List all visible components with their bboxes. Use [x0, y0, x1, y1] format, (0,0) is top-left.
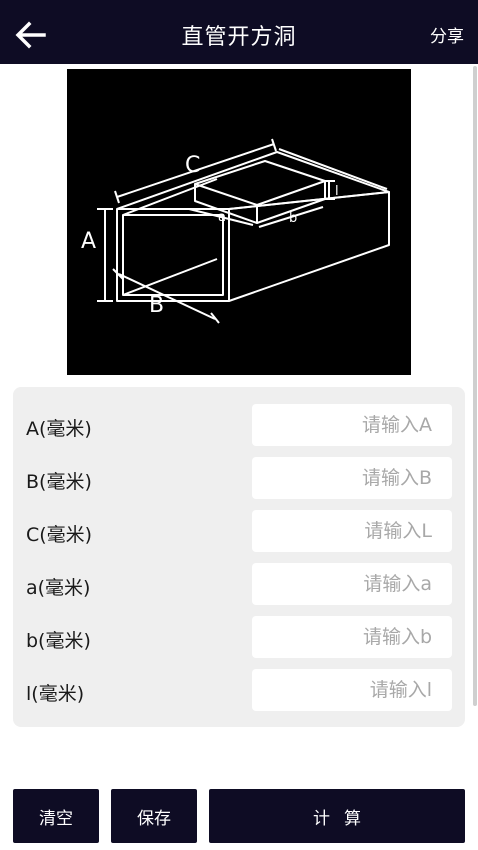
- duct-top-face: [116, 151, 390, 210]
- scrollbar[interactable]: [473, 66, 477, 706]
- input-b[interactable]: [252, 616, 452, 658]
- label-A: A: [81, 229, 96, 254]
- field-row-b: b(毫米): [13, 616, 465, 660]
- field-row-l: l(毫米): [13, 669, 465, 713]
- duct-inner-lines: [122, 178, 218, 296]
- field-row-B: B(毫米): [13, 457, 465, 501]
- opening-top: [194, 160, 326, 206]
- field-label: a(毫米): [26, 577, 91, 599]
- input-l[interactable]: [252, 669, 452, 711]
- field-row-a: a(毫米): [13, 563, 465, 607]
- calculate-button[interactable]: 计算: [209, 789, 465, 843]
- app-header: 直管开方洞 分享: [0, 6, 478, 64]
- input-A[interactable]: [252, 404, 452, 446]
- back-button[interactable]: [14, 20, 48, 50]
- dim-a-line: [97, 208, 113, 302]
- label-c: C: [185, 153, 200, 178]
- arrow-left-icon: [15, 21, 46, 49]
- field-label: C(毫米): [26, 524, 93, 546]
- label-a: a: [218, 210, 226, 225]
- duct-front-face: [116, 208, 230, 302]
- field-row-C: C(毫米): [13, 510, 465, 554]
- label-l: l: [335, 184, 339, 199]
- input-a[interactable]: [252, 563, 452, 605]
- input-B[interactable]: [252, 457, 452, 499]
- field-label: B(毫米): [26, 471, 92, 493]
- save-button[interactable]: 保存: [111, 789, 197, 843]
- field-label: b(毫米): [26, 630, 91, 652]
- field-label: A(毫米): [26, 418, 92, 440]
- duct-diagram: C A B a b l: [67, 69, 411, 375]
- dimension-form: A(毫米) B(毫米) C(毫米) a(毫米) b(毫米) l(毫米): [13, 387, 465, 727]
- page-title: 直管开方洞: [181, 25, 297, 50]
- input-C[interactable]: [252, 510, 452, 552]
- duct-top-edge: [278, 148, 388, 190]
- field-label: l(毫米): [26, 683, 85, 705]
- share-button[interactable]: 分享: [430, 22, 464, 47]
- duct-diagram-svg: C A B a b l: [81, 138, 390, 324]
- label-B: B: [149, 293, 164, 318]
- label-b: b: [289, 211, 297, 226]
- field-row-A: A(毫米): [13, 404, 465, 448]
- duct-right-face: [228, 191, 390, 302]
- clear-button[interactable]: 清空: [13, 789, 99, 843]
